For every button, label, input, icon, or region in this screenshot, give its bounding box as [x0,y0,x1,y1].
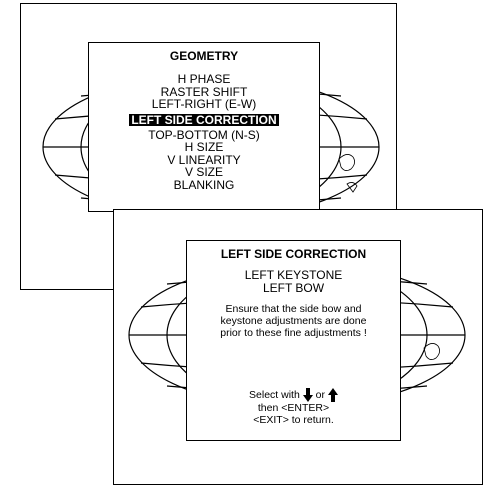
or-label: or [315,388,326,401]
left-side-correction-screen: LEFT SIDE CORRECTION LEFT KEYSTONE LEFT … [113,209,483,485]
menu-item-h-size[interactable]: H SIZE [89,141,319,154]
left-side-correction-menu: LEFT SIDE CORRECTION LEFT KEYSTONE LEFT … [186,240,401,441]
note-line: prior to these fine adjustments ! [220,327,367,339]
arrow-up-icon [327,388,338,402]
note-line: keystone adjustments are done [220,315,367,327]
menu-item-left-keystone[interactable]: LEFT KEYSTONE [187,269,400,282]
arrow-down-icon [302,388,313,402]
select-with-label: Select with [249,388,300,401]
select-hint: Select with or [187,388,400,402]
menu-item-v-size[interactable]: V SIZE [89,166,319,179]
adjustment-note: Ensure that the side bow and keystone ad… [187,303,400,339]
enter-hint: then <ENTER> [257,402,330,414]
menu-item-left-right[interactable]: LEFT-RIGHT (E-W) [89,98,319,111]
exit-hint: <EXIT> to return. [253,414,334,426]
geometry-menu-title: GEOMETRY [169,49,239,63]
menu-item-blanking[interactable]: BLANKING [89,178,319,192]
note-line: Ensure that the side bow and [225,303,362,315]
menu-item-left-bow[interactable]: LEFT BOW [187,281,400,295]
geometry-menu: GEOMETRY H PHASE RASTER SHIFT LEFT-RIGHT… [88,42,320,212]
menu-item-left-side-correction[interactable]: LEFT SIDE CORRECTION [129,113,279,126]
left-side-menu-title: LEFT SIDE CORRECTION [220,247,367,261]
menu-item-h-phase[interactable]: H PHASE [89,73,319,86]
help-text: Select with or then <ENTER> <EXIT> to re… [187,388,400,426]
